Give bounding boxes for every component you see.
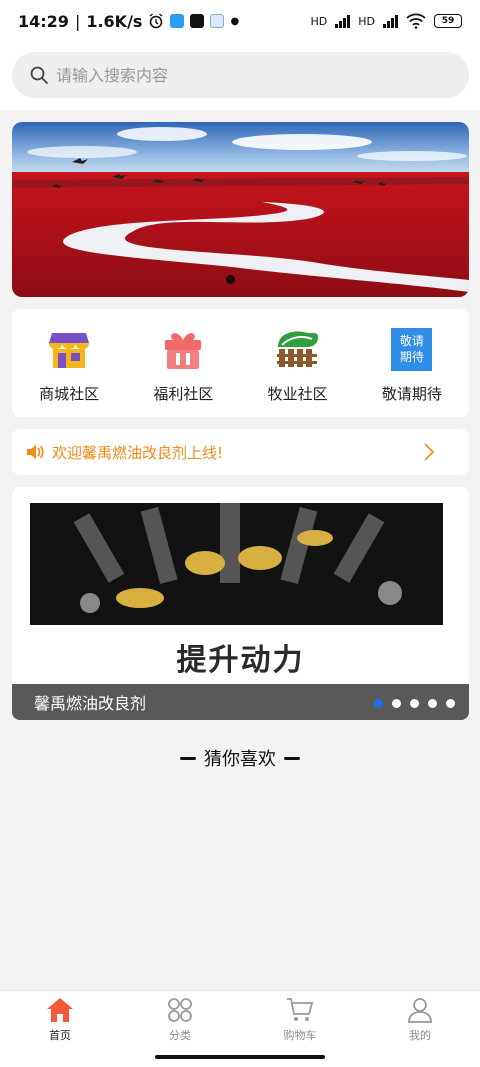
ad-dot[interactable] — [392, 699, 401, 708]
hd-label-1: HD — [310, 14, 328, 28]
status-time: 14:29 — [18, 11, 69, 31]
ad-dot[interactable] — [428, 699, 437, 708]
speaker-icon — [27, 445, 44, 459]
ad-caption: 馨禹燃油改良剂 — [34, 694, 147, 713]
ad-image — [30, 503, 443, 625]
recommend-section-header: 猜你喜欢 — [0, 745, 480, 771]
menu-coming-soon[interactable]: 敬请 期待 敬请期待 — [355, 309, 469, 417]
menu-ranch-community[interactable]: 牧业社区 — [241, 309, 355, 417]
search-bar[interactable] — [12, 52, 469, 98]
banner-image — [12, 122, 469, 297]
title-dash-left — [180, 756, 196, 760]
tab-label: 购物车 — [283, 1029, 317, 1042]
category-icon — [168, 998, 192, 1022]
tab-label: 首页 — [49, 1029, 71, 1042]
cart-icon — [287, 998, 314, 1021]
wifi-icon — [406, 13, 426, 29]
status-separator: | — [74, 11, 81, 31]
more-notifications-icon: ● — [230, 15, 240, 27]
hd-label-2: HD — [358, 14, 375, 28]
menu-label: 福利社区 — [153, 385, 214, 403]
notice-text: 欢迎馨禹燃油改良剂上线! — [52, 443, 224, 462]
title-dash-right — [284, 756, 300, 760]
search-icon — [30, 66, 48, 84]
status-right: HD HD 59 — [310, 13, 462, 29]
coming-soon-icon: 敬请 期待 — [390, 327, 434, 371]
tiktok-icon — [190, 14, 205, 28]
recommend-section-title: 猜你喜欢 — [204, 749, 276, 770]
app-notification-icon — [170, 14, 185, 28]
alarm-icon — [150, 13, 163, 29]
coming-soon-badge-line2: 期待 — [399, 349, 424, 364]
quick-menu: 商城社区 福利社区 牧业社区 敬请 期待 敬请期待 — [12, 309, 469, 417]
search-header — [0, 42, 480, 110]
home-indicator[interactable] — [155, 1055, 325, 1059]
search-input[interactable] — [56, 65, 436, 85]
status-net-speed: 1.6K/s — [86, 11, 143, 31]
tab-home[interactable]: 首页 — [0, 991, 120, 1067]
tab-profile[interactable]: 我的 — [360, 991, 480, 1067]
chevron-right-icon[interactable] — [423, 443, 435, 461]
ad-dot[interactable] — [374, 699, 383, 708]
signal-icon-1 — [335, 14, 351, 28]
ad-dot[interactable] — [410, 699, 419, 708]
status-left: 14:29 | 1.6K/s ● — [18, 12, 239, 31]
signal-icon-2 — [383, 14, 398, 28]
tab-label: 分类 — [169, 1029, 191, 1042]
ad-dot[interactable] — [446, 699, 455, 708]
battery-icon: 59 — [434, 14, 462, 28]
menu-label: 敬请期待 — [381, 385, 442, 403]
coming-soon-badge: 敬请 期待 — [391, 327, 433, 371]
banner-carousel[interactable] — [12, 122, 469, 297]
banner-indicator-dot[interactable] — [226, 275, 235, 284]
menu-label: 商城社区 — [39, 385, 100, 403]
menu-welfare-community[interactable]: 福利社区 — [126, 309, 240, 417]
home-icon — [47, 998, 73, 1022]
ranch-fence-icon — [276, 327, 320, 371]
user-icon — [408, 998, 432, 1023]
shop-icon — [47, 327, 91, 371]
gift-icon — [161, 327, 205, 371]
menu-mall-community[interactable]: 商城社区 — [12, 309, 126, 417]
ad-slogan: 提升动力 — [176, 643, 305, 678]
coming-soon-badge-line1: 敬请 — [399, 333, 424, 348]
app-notification-icon-2 — [210, 14, 225, 28]
ad-carousel[interactable]: 提升动力 馨禹燃油改良剂 — [12, 487, 469, 720]
notice-bar[interactable]: 欢迎馨禹燃油改良剂上线! — [12, 429, 469, 475]
tab-label: 我的 — [409, 1029, 431, 1042]
ad-pagination — [374, 699, 455, 708]
menu-label: 牧业社区 — [267, 385, 328, 403]
status-bar: 14:29 | 1.6K/s ● HD HD 59 — [0, 0, 480, 42]
